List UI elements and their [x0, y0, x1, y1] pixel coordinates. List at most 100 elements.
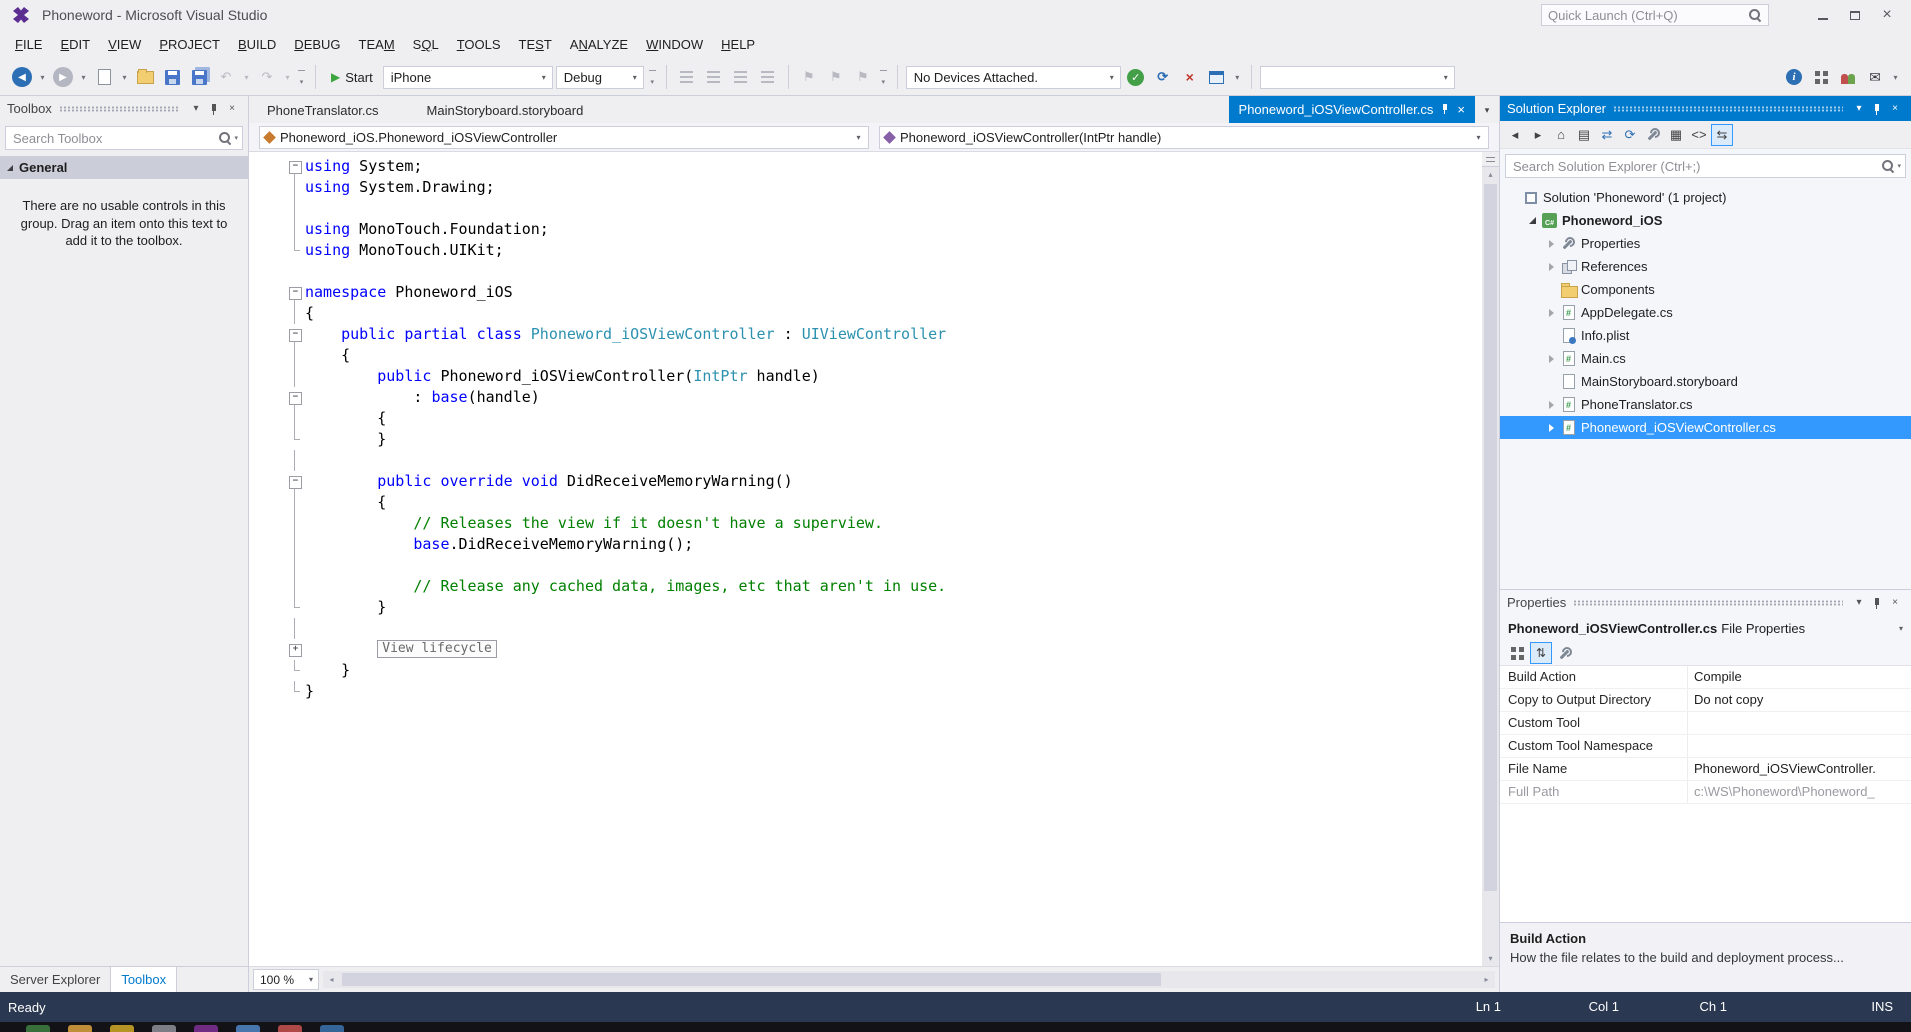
- tree-item[interactable]: References: [1500, 255, 1911, 278]
- device-log-button[interactable]: [1205, 65, 1229, 89]
- previous-bookmark-button[interactable]: ⚑: [824, 65, 848, 89]
- properties-close-button[interactable]: ×: [1886, 594, 1904, 612]
- vertical-scroll-thumb[interactable]: [1484, 184, 1497, 891]
- property-value[interactable]: [1688, 712, 1911, 734]
- chevron-collapsed-icon[interactable]: [1544, 263, 1559, 271]
- maximize-button[interactable]: [1839, 3, 1871, 27]
- code-line[interactable]: [249, 618, 1482, 639]
- properties-pin-button[interactable]: [1868, 594, 1886, 612]
- vertical-scroll-track[interactable]: [1482, 182, 1499, 951]
- tab-overflow-button[interactable]: ▾: [1475, 98, 1499, 123]
- tree-item[interactable]: Phoneword_iOSViewController.cs: [1500, 416, 1911, 439]
- code-line[interactable]: }: [249, 681, 1482, 702]
- scroll-right-icon[interactable]: ▸: [1478, 972, 1495, 987]
- editor-tab[interactable]: PhoneTranslator.cs: [257, 98, 389, 123]
- window-layout-button[interactable]: [1809, 65, 1833, 89]
- code-line[interactable]: using System.Drawing;: [249, 177, 1482, 198]
- menu-project[interactable]: PROJECT: [150, 37, 229, 52]
- property-value[interactable]: Compile: [1688, 666, 1911, 688]
- forward-icon[interactable]: ▸: [1527, 124, 1549, 146]
- code-line[interactable]: }: [249, 660, 1482, 681]
- back-dropdown-icon[interactable]: ▾: [37, 65, 48, 89]
- split-editor-handle[interactable]: [1482, 152, 1499, 167]
- property-value[interactable]: [1688, 735, 1911, 757]
- code-line[interactable]: namespace Phoneword_iOS: [249, 282, 1482, 303]
- menu-edit[interactable]: EDIT: [51, 37, 99, 52]
- close-button[interactable]: ×: [1871, 3, 1903, 27]
- property-row[interactable]: Custom Tool Namespace: [1500, 735, 1911, 758]
- uncomment-button[interactable]: [756, 65, 780, 89]
- solution-explorer-pin-button[interactable]: [1868, 100, 1886, 118]
- toolbox-close-button[interactable]: ×: [223, 100, 241, 118]
- tree-item[interactable]: MainStoryboard.storyboard: [1500, 370, 1911, 393]
- code-line[interactable]: View lifecycle: [249, 639, 1482, 660]
- scroll-down-icon[interactable]: ▾: [1482, 951, 1499, 966]
- code-line[interactable]: using System;: [249, 156, 1482, 177]
- start-button[interactable]: ▶ Start: [324, 65, 380, 89]
- code-line[interactable]: [249, 555, 1482, 576]
- search-options-dropdown-icon[interactable]: ▾: [1897, 162, 1901, 170]
- feedback-info-button[interactable]: i: [1782, 65, 1806, 89]
- navigate-forward-button[interactable]: ▶: [51, 65, 75, 89]
- property-value[interactable]: Phoneword_iOSViewController.: [1688, 758, 1911, 780]
- menu-test[interactable]: TEST: [510, 37, 561, 52]
- menu-analyze[interactable]: ANALYZE: [561, 37, 637, 52]
- tree-item[interactable]: Info.plist: [1500, 324, 1911, 347]
- horizontal-scroll-thumb[interactable]: [342, 973, 1161, 986]
- toolbox-window-menu-icon[interactable]: ▾: [187, 100, 205, 118]
- property-pages-icon[interactable]: [1554, 642, 1576, 664]
- solution-explorer-header[interactable]: Solution Explorer ▾ ×: [1500, 96, 1911, 121]
- solution-explorer-search-input[interactable]: Search Solution Explorer (Ctrl+;) ▾: [1505, 154, 1906, 178]
- next-bookmark-button[interactable]: ⚑: [851, 65, 875, 89]
- sync-icon[interactable]: ⇄: [1596, 124, 1618, 146]
- minimize-button[interactable]: [1807, 3, 1839, 27]
- toolbar-overflow-icon[interactable]: [296, 65, 307, 89]
- fold-collapse-icon[interactable]: [287, 324, 303, 345]
- code-line[interactable]: {: [249, 345, 1482, 366]
- devices-combo[interactable]: No Devices Attached. ▾: [906, 66, 1121, 89]
- find-combo[interactable]: ▾: [1260, 66, 1455, 89]
- sync-with-active-document-icon[interactable]: ⇆: [1711, 124, 1733, 146]
- code-line[interactable]: : base(handle): [249, 387, 1482, 408]
- code-line[interactable]: {: [249, 492, 1482, 513]
- property-row[interactable]: Copy to Output DirectoryDo not copy: [1500, 689, 1911, 712]
- home-icon[interactable]: ⌂: [1550, 124, 1572, 146]
- toolbar-overflow-icon[interactable]: [647, 65, 658, 89]
- properties-window-menu-icon[interactable]: ▾: [1850, 594, 1868, 612]
- menu-view[interactable]: VIEW: [99, 37, 150, 52]
- properties-object-combo[interactable]: Phoneword_iOSViewController.cs File Prop…: [1500, 615, 1911, 641]
- device-combo[interactable]: iPhone ▾: [383, 66, 553, 89]
- properties-header[interactable]: Properties ▾ ×: [1500, 590, 1911, 615]
- fold-collapse-icon[interactable]: [287, 282, 303, 303]
- editor-tab[interactable]: MainStoryboard.storyboard: [417, 98, 594, 123]
- code-line[interactable]: public override void DidReceiveMemoryWar…: [249, 471, 1482, 492]
- navigate-backward-button[interactable]: ◀: [10, 65, 34, 89]
- alphabetical-icon[interactable]: ⇅: [1530, 642, 1552, 664]
- code-line[interactable]: [249, 450, 1482, 471]
- chevron-collapsed-icon[interactable]: [1544, 240, 1559, 248]
- toolbox-header[interactable]: Toolbox ▾ ×: [0, 96, 248, 121]
- horizontal-scroll-track[interactable]: [340, 971, 1478, 988]
- scroll-up-icon[interactable]: ▴: [1482, 167, 1499, 182]
- undo-button[interactable]: ↶: [214, 65, 238, 89]
- code-line[interactable]: }: [249, 429, 1482, 450]
- send-frown-button[interactable]: [1836, 65, 1860, 89]
- chevron-collapsed-icon[interactable]: [1544, 424, 1559, 432]
- tab-toolbox[interactable]: Toolbox: [110, 967, 177, 992]
- back-icon[interactable]: ◂: [1504, 124, 1526, 146]
- property-value[interactable]: c:\WS\Phoneword\Phoneword_: [1688, 781, 1911, 803]
- toolbar-overflow-icon[interactable]: [878, 65, 889, 89]
- refresh-icon[interactable]: ⟳: [1619, 124, 1641, 146]
- new-file-button[interactable]: [92, 65, 116, 89]
- editor-tab[interactable]: Phoneword_iOSViewController.cs×: [1229, 96, 1475, 123]
- code-lines[interactable]: using System;using System.Drawing;using …: [249, 152, 1482, 966]
- refresh-devices-button[interactable]: ⟳: [1151, 65, 1175, 89]
- horizontal-scrollbar[interactable]: ◂ ▸: [323, 971, 1495, 988]
- vertical-scrollbar[interactable]: ▴ ▾: [1482, 152, 1499, 966]
- chevron-expanded-icon[interactable]: [1525, 217, 1540, 224]
- feedback-dropdown-icon[interactable]: ▾: [1890, 65, 1901, 89]
- categorized-icon[interactable]: [1506, 642, 1528, 664]
- configuration-combo[interactable]: Debug ▾: [556, 66, 644, 89]
- solution-explorer-window-menu-icon[interactable]: ▾: [1850, 100, 1868, 118]
- chevron-collapsed-icon[interactable]: [1544, 355, 1559, 363]
